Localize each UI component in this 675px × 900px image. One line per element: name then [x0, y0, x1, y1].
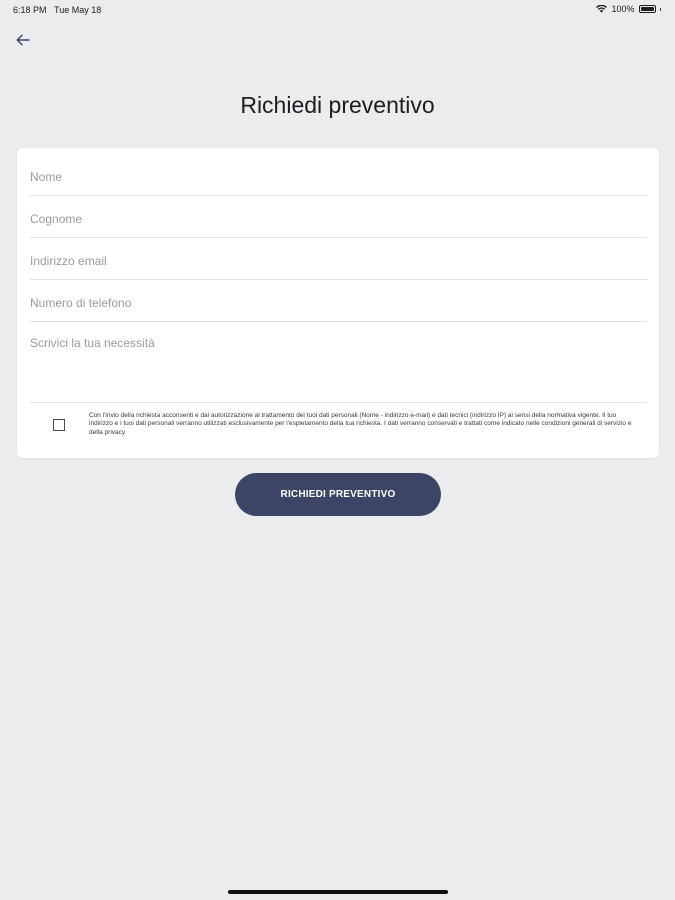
quote-form-card: Con l'invio della richiesta acconsenti e…	[17, 148, 659, 458]
cognome-field-row	[30, 210, 647, 238]
status-right: 100%	[596, 4, 661, 14]
battery-icon	[638, 5, 656, 13]
phone-input[interactable]	[30, 296, 647, 310]
page-title: Richiedi preventivo	[240, 92, 435, 118]
privacy-consent-text: Con l'invio della richiesta acconsenti e…	[89, 412, 632, 436]
battery-percentage: 100%	[611, 4, 635, 14]
status-bar: 6:18 PM Tue May 18 100%	[0, 0, 675, 20]
privacy-consent-checkbox[interactable]	[53, 419, 65, 431]
battery-tip	[659, 7, 661, 11]
status-time: 6:18 PM Tue May 18	[13, 5, 102, 15]
telefono-field-row	[30, 294, 647, 322]
necessita-textarea[interactable]	[30, 336, 647, 386]
battery-level	[640, 7, 654, 11]
necessita-field-row	[30, 336, 647, 403]
arrow-left-icon	[16, 34, 30, 46]
nome-field-row	[30, 168, 647, 196]
home-indicator	[228, 890, 448, 894]
nome-input[interactable]	[30, 170, 647, 184]
back-button[interactable]	[12, 30, 34, 50]
cognome-input[interactable]	[30, 212, 647, 226]
email-field-row	[30, 252, 647, 280]
wifi-icon	[596, 5, 608, 13]
submit-quote-button[interactable]: RICHIEDI PREVENTIVO	[235, 473, 441, 516]
email-input[interactable]	[30, 254, 647, 268]
